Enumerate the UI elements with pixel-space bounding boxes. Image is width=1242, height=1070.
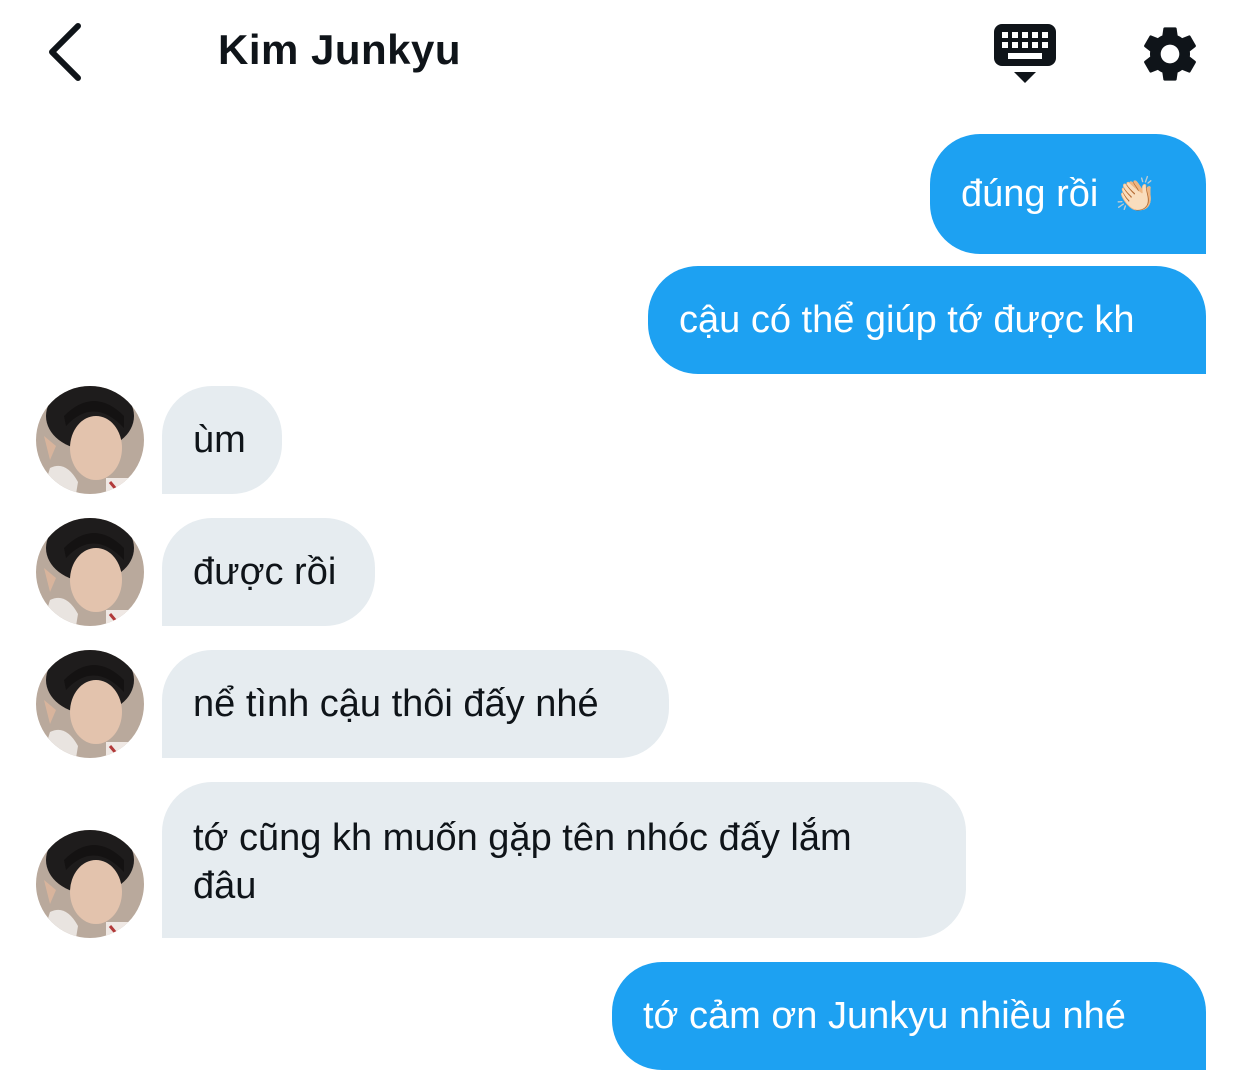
keyboard-toggle-button[interactable]	[992, 22, 1058, 86]
avatar[interactable]	[36, 386, 144, 494]
message-text: tớ cũng kh muốn gặp tên nhóc đấy lắm đâu	[193, 817, 852, 907]
incoming-message-bubble[interactable]: tớ cũng kh muốn gặp tên nhóc đấy lắm đâu	[162, 782, 966, 938]
conversation-header: Kim Junkyu	[0, 0, 1242, 110]
message-text: cậu có thể giúp tớ được kh	[679, 299, 1135, 341]
incoming-message-bubble[interactable]: được rồi	[162, 518, 375, 626]
message-text: tớ cảm ơn Junkyu nhiều nhé	[643, 995, 1126, 1037]
message-text: ùm	[193, 419, 246, 461]
keyboard-icon	[994, 24, 1056, 83]
avatar[interactable]	[36, 650, 144, 758]
avatar[interactable]	[36, 518, 144, 626]
avatar[interactable]	[36, 830, 144, 938]
message-text: nể tình cậu thôi đấy nhé	[193, 683, 599, 725]
message-text: đúng rồi	[961, 173, 1099, 215]
outgoing-message-bubble[interactable]: tớ cảm ơn Junkyu nhiều nhé	[612, 962, 1206, 1070]
chevron-left-icon	[49, 23, 81, 81]
gear-icon	[1144, 27, 1196, 81]
incoming-message-bubble[interactable]: ùm	[162, 386, 282, 494]
settings-button[interactable]	[1138, 22, 1202, 86]
back-button[interactable]	[40, 20, 100, 84]
message-text: được rồi	[193, 551, 337, 593]
conversation-title: Kim Junkyu	[218, 26, 462, 73]
outgoing-message-bubble[interactable]: cậu có thể giúp tớ được kh	[648, 266, 1206, 374]
incoming-message-bubble[interactable]: nể tình cậu thôi đấy nhé	[162, 650, 669, 758]
outgoing-message-bubble[interactable]: đúng rồi 👏🏻	[930, 134, 1206, 254]
clapping-hands-icon: 👏🏻	[1114, 176, 1158, 214]
